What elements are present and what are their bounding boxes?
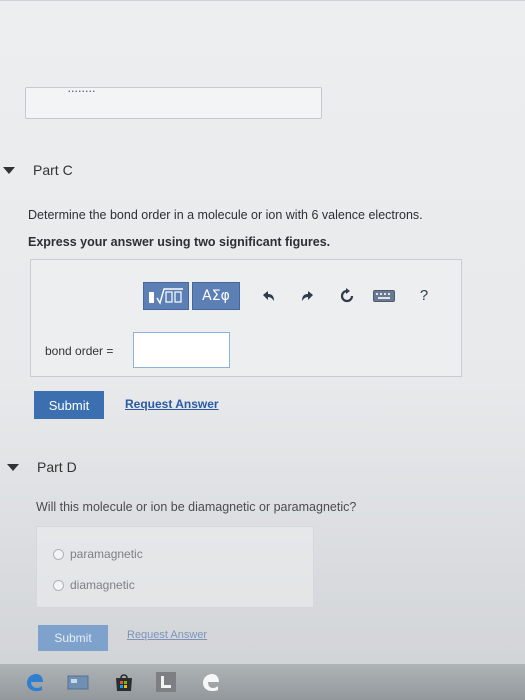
radio-button[interactable] [53, 579, 64, 591]
edge-icon[interactable] [22, 670, 46, 694]
answer-panel [30, 259, 462, 377]
part-d-request-answer-link[interactable]: Request Answer [127, 629, 207, 641]
option-label: paramagnetic [70, 547, 143, 561]
part-c-request-answer-link[interactable]: Request Answer [125, 397, 219, 411]
greek-symbols-button[interactable]: ΑΣφ [192, 282, 240, 310]
store-icon[interactable] [112, 670, 136, 694]
help-icon[interactable]: ? [416, 285, 432, 305]
part-c-header[interactable]: Part C [3, 162, 73, 178]
part-d-question: Will this molecule or ion be diamagnetic… [36, 500, 357, 514]
keyboard-icon[interactable] [372, 289, 396, 303]
template-button[interactable] [143, 282, 189, 310]
page-top-border [0, 0, 525, 1]
file-explorer-icon[interactable] [154, 670, 178, 694]
part-c-title: Part C [33, 162, 73, 178]
reset-icon[interactable] [337, 286, 357, 306]
template-icon [149, 288, 183, 305]
option-label: diamagnetic [70, 578, 135, 592]
previous-answer-box: ........ [25, 84, 322, 119]
taskbar [0, 664, 525, 700]
bond-order-label: bond order = [45, 344, 114, 358]
option-paramagnetic[interactable]: paramagnetic [53, 547, 143, 561]
part-c-submit-button[interactable]: Submit [34, 391, 104, 419]
redo-icon[interactable] [299, 287, 317, 305]
part-d-title: Part D [37, 459, 77, 475]
browser-page: ........ Part C Determine the bond order… [0, 0, 525, 700]
taskview-icon[interactable] [66, 672, 90, 692]
options-panel [36, 526, 314, 608]
bond-order-input[interactable] [133, 332, 230, 368]
ie-icon[interactable] [198, 668, 224, 696]
part-c-question: Determine the bond order in a molecule o… [28, 208, 423, 222]
undo-icon[interactable] [259, 287, 277, 305]
collapse-caret-icon[interactable] [7, 463, 19, 471]
math-toolbar: ΑΣφ [143, 282, 240, 310]
radio-button[interactable] [53, 548, 64, 560]
previous-answer-text: ........ [68, 84, 97, 94]
part-d-submit-button[interactable]: Submit [38, 625, 108, 651]
part-d-header[interactable]: Part D [7, 459, 77, 475]
option-diamagnetic[interactable]: diamagnetic [53, 578, 135, 592]
part-c-instruction: Express your answer using two significan… [28, 235, 331, 249]
collapse-caret-icon[interactable] [3, 166, 15, 174]
